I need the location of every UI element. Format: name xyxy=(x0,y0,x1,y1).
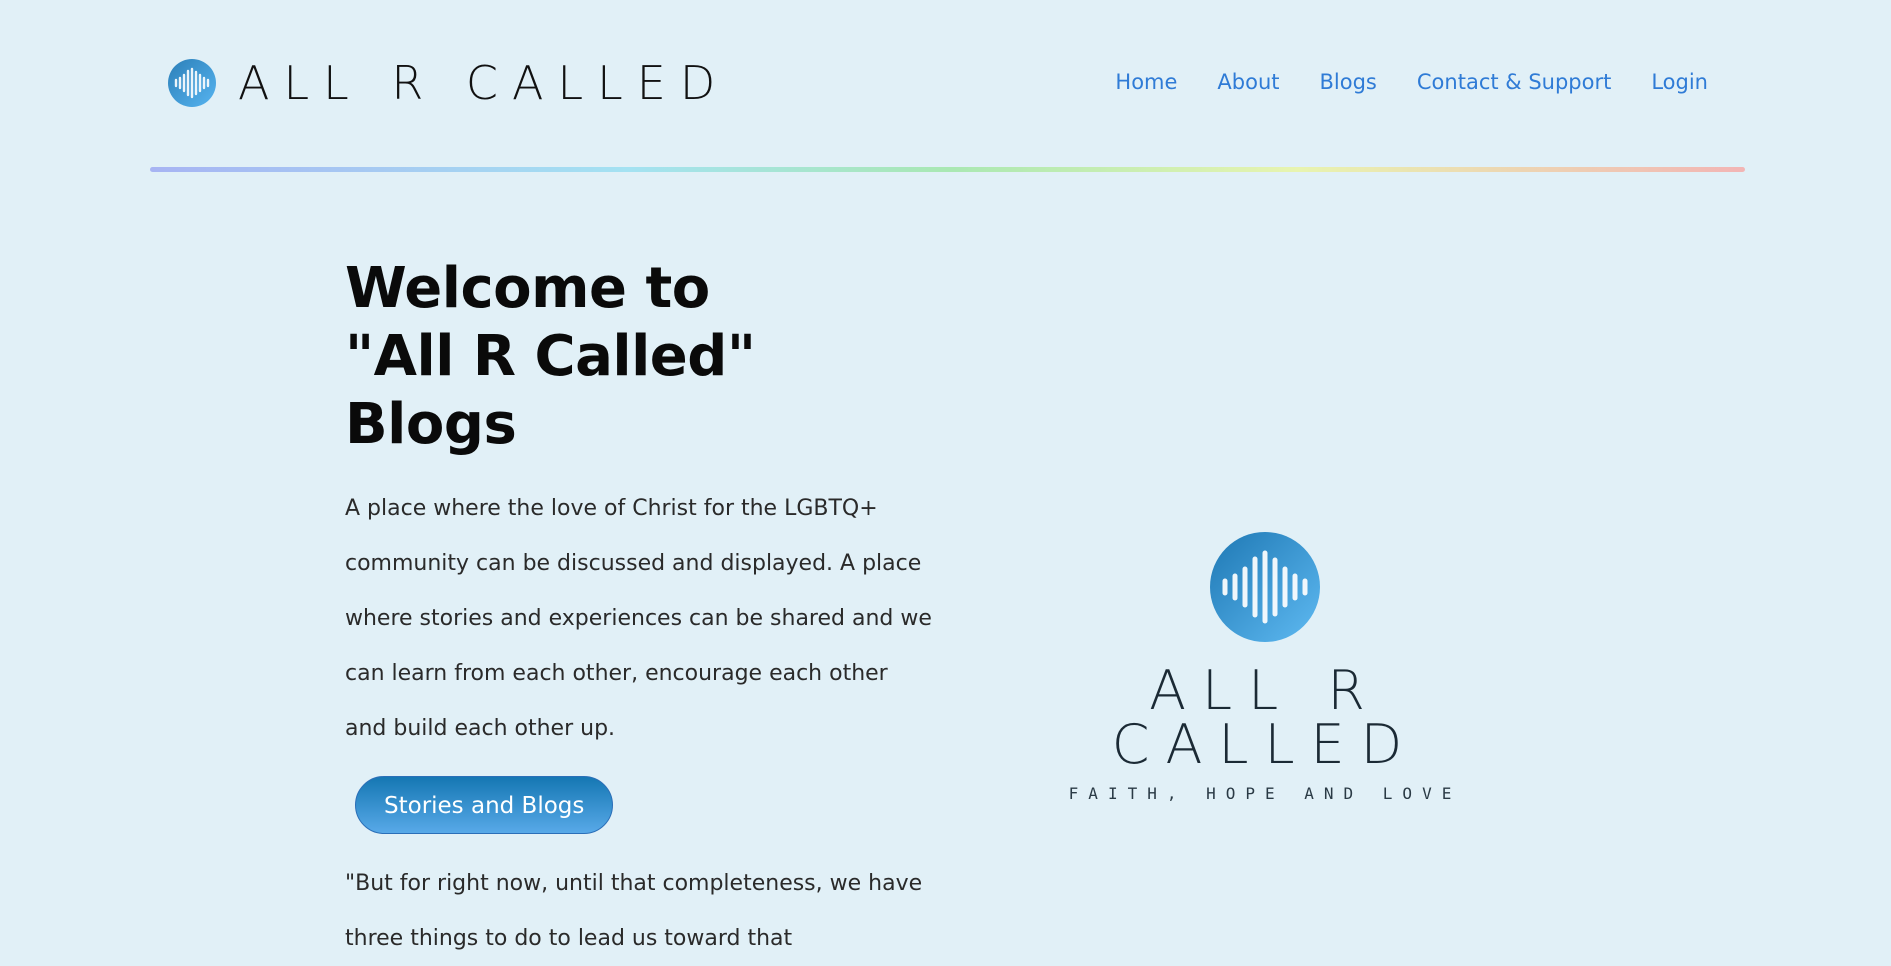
rainbow-divider xyxy=(150,167,1745,172)
hero-quote: "But for right now, until that completen… xyxy=(345,871,923,951)
nav-blogs-link[interactable]: Blogs xyxy=(1320,64,1377,100)
hero-title-line1: Welcome to xyxy=(345,256,710,321)
hero-logo-tagline: FAITH, HOPE AND LOVE xyxy=(1068,784,1462,803)
soundwave-icon xyxy=(1210,532,1320,642)
hero-title-line2: "All R Called" Blogs xyxy=(345,324,756,457)
stories-and-blogs-button[interactable]: Stories and Blogs xyxy=(355,776,614,834)
nav-login-link[interactable]: Login xyxy=(1651,64,1708,100)
hero-title: Welcome to "All R Called" Blogs xyxy=(345,255,945,459)
site-header: ALL R CALLED Home About Blogs Contact & … xyxy=(0,0,1891,172)
hero-description: A place where the love of Christ for the… xyxy=(345,496,932,741)
hero-text-column: Welcome to "All R Called" Blogs A place … xyxy=(345,255,945,966)
hero-logo-name: ALL R CALLED xyxy=(1111,659,1419,776)
main-nav: Home About Blogs Contact & Support Login xyxy=(1075,64,1708,100)
nav-contact-support-link[interactable]: Contact & Support xyxy=(1417,64,1611,100)
soundwave-icon xyxy=(168,59,216,107)
nav-home-link[interactable]: Home xyxy=(1115,64,1177,100)
nav-about-link[interactable]: About xyxy=(1217,64,1279,100)
hero-logo: ALL R CALLED FAITH, HOPE AND LOVE xyxy=(1010,532,1520,803)
brand-name: ALL R CALLED xyxy=(238,56,730,110)
brand-logo-link[interactable]: ALL R CALLED xyxy=(168,58,729,108)
